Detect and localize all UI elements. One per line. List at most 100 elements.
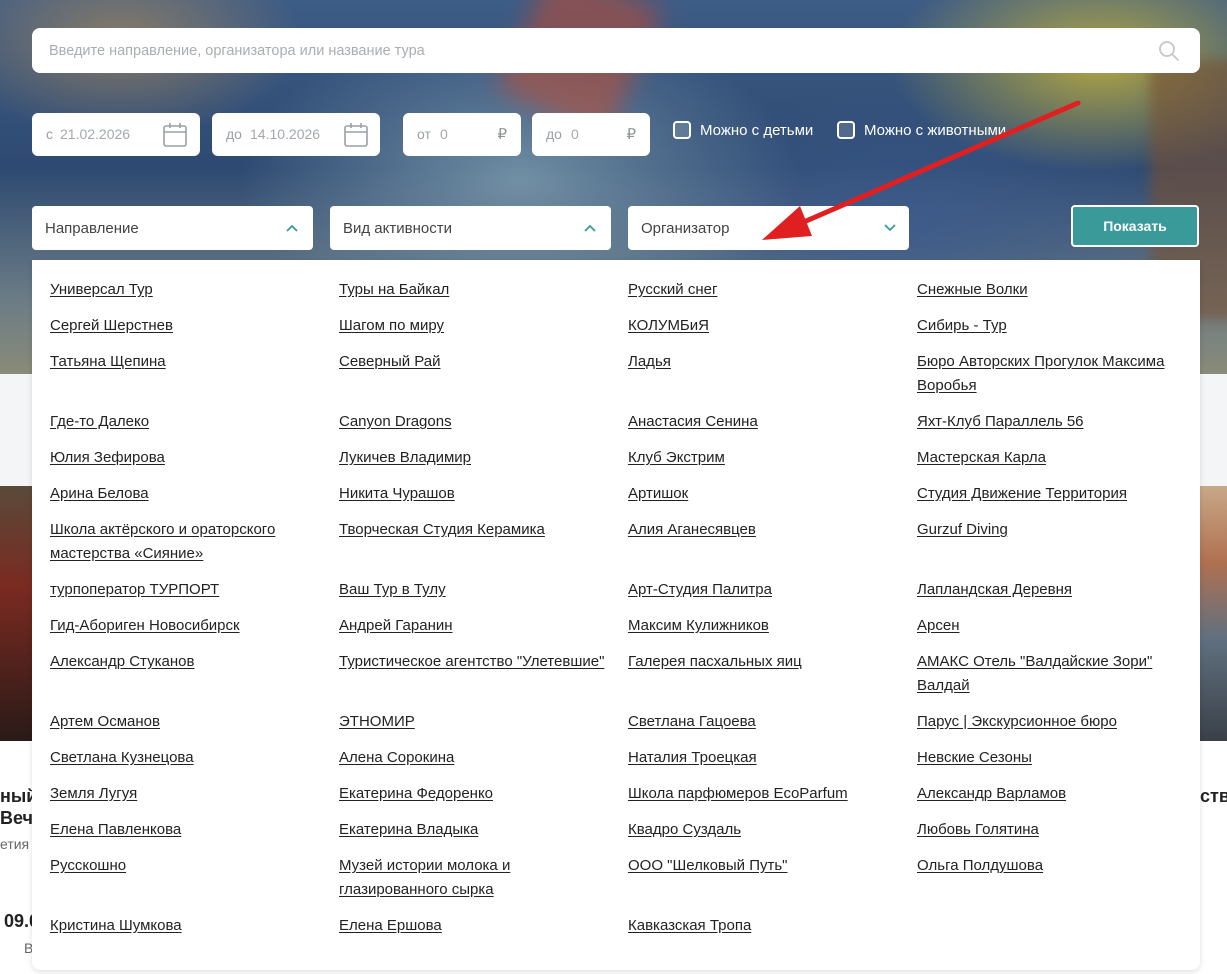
organizer-link[interactable]: Наталия Троецкая bbox=[628, 746, 917, 770]
price-from-field[interactable]: от 0 ₽ bbox=[403, 113, 521, 156]
date-from-field[interactable]: с 21.02.2026 bbox=[32, 113, 200, 156]
organizer-link[interactable]: Ваш Тур в Тулу bbox=[339, 578, 628, 602]
kids-checkbox-label: Можно с детьми bbox=[700, 121, 814, 139]
organizer-link[interactable]: Студия Движение Территория bbox=[917, 482, 1190, 506]
organizer-link[interactable]: Артишок bbox=[628, 482, 917, 506]
date-to-field[interactable]: до 14.10.2026 bbox=[212, 113, 380, 156]
organizer-link[interactable]: Татьяна Щепина bbox=[50, 350, 339, 398]
organizer-link[interactable]: Яхт-Клуб Параллель 56 bbox=[917, 410, 1190, 434]
organizer-link[interactable]: Александр Варламов bbox=[917, 782, 1190, 806]
date-from-value: 21.02.2026 bbox=[60, 126, 131, 142]
direction-select[interactable]: Направление bbox=[32, 206, 313, 250]
show-button[interactable]: Показать bbox=[1071, 205, 1199, 247]
organizer-link[interactable]: Александр Стуканов bbox=[50, 650, 339, 698]
search-icon[interactable] bbox=[1158, 40, 1180, 62]
organizer-link[interactable]: Кавказская Тропа bbox=[628, 914, 917, 938]
organizer-link[interactable]: Сергей Шерстнев bbox=[50, 314, 339, 338]
organizer-link[interactable]: Шагом по миру bbox=[339, 314, 628, 338]
organizer-link[interactable]: Музей истории молока и глазированного сы… bbox=[339, 854, 628, 902]
organizer-link[interactable]: Универсал Тур bbox=[50, 278, 339, 302]
direction-select-label: Направление bbox=[45, 220, 139, 237]
organizer-link[interactable]: Кристина Шумкова bbox=[50, 914, 339, 938]
organizer-link[interactable]: Невские Сезоны bbox=[917, 746, 1190, 770]
date-to-prefix: до bbox=[226, 126, 242, 142]
organizer-link[interactable]: Елена Павленкова bbox=[50, 818, 339, 842]
organizer-link[interactable]: КОЛУМБиЯ bbox=[628, 314, 917, 338]
search-input[interactable] bbox=[32, 28, 1152, 73]
organizer-link[interactable]: Русскошно bbox=[50, 854, 339, 902]
organizer-select[interactable]: Организатор bbox=[628, 206, 909, 250]
activity-select-label: Вид активности bbox=[343, 220, 452, 237]
date-from-prefix: с bbox=[46, 126, 53, 142]
price-to-value: 0 bbox=[571, 126, 579, 142]
organizer-link[interactable]: Туристическое агентство "Улетевшие" bbox=[339, 650, 628, 698]
organizer-link[interactable]: Арина Белова bbox=[50, 482, 339, 506]
calendar-icon[interactable] bbox=[343, 122, 369, 148]
chevron-up-icon bbox=[584, 224, 596, 232]
organizer-link[interactable]: Алия Аганесявцев bbox=[628, 518, 917, 566]
activity-select[interactable]: Вид активности bbox=[330, 206, 611, 250]
organizer-link[interactable]: Туры на Байкал bbox=[339, 278, 628, 302]
calendar-icon[interactable] bbox=[162, 122, 188, 148]
organizer-link[interactable]: Школа актёрского и ораторского мастерств… bbox=[50, 518, 339, 566]
organizer-link[interactable]: Северный Рай bbox=[339, 350, 628, 398]
organizer-select-label: Организатор bbox=[641, 220, 730, 237]
tour-card-image-right[interactable] bbox=[1199, 486, 1227, 741]
organizer-link[interactable]: Екатерина Владыка bbox=[339, 818, 628, 842]
organizer-link[interactable]: Школа парфюмеров EcoParfum bbox=[628, 782, 917, 806]
organizer-link[interactable]: Русский снег bbox=[628, 278, 917, 302]
organizer-link[interactable]: Арсен bbox=[917, 614, 1190, 638]
organizer-link[interactable]: Арт-Студия Палитра bbox=[628, 578, 917, 602]
pets-checkbox[interactable]: Можно с животными bbox=[837, 120, 1006, 140]
organizer-link[interactable]: Любовь Голятина bbox=[917, 818, 1190, 842]
organizer-link[interactable]: Canyon Dragons bbox=[339, 410, 628, 434]
checkbox-box[interactable] bbox=[837, 121, 855, 139]
organizer-link[interactable]: Светлана Кузнецова bbox=[50, 746, 339, 770]
organizer-link[interactable]: Артем Османов bbox=[50, 710, 339, 734]
organizer-link[interactable]: Гид-Абориген Новосибирск bbox=[50, 614, 339, 638]
price-to-prefix: до bbox=[546, 126, 562, 142]
organizer-link[interactable]: Елена Ершова bbox=[339, 914, 628, 938]
organizer-link[interactable]: Галерея пасхальных яиц bbox=[628, 650, 917, 698]
organizer-link[interactable]: Парус | Экскурсионное бюро bbox=[917, 710, 1190, 734]
organizer-link[interactable]: Мастерская Карла bbox=[917, 446, 1190, 470]
organizer-link[interactable]: Никита Чурашов bbox=[339, 482, 628, 506]
organizer-link[interactable]: турпоператор ТУРПОРТ bbox=[50, 578, 339, 602]
organizer-link[interactable]: Лапландская Деревня bbox=[917, 578, 1190, 602]
organizer-link[interactable]: Екатерина Федоренко bbox=[339, 782, 628, 806]
tour-card-image-left[interactable] bbox=[0, 486, 34, 741]
page: ный Вече етия - 09.0 В ств с 21.02.2026 … bbox=[0, 0, 1227, 974]
organizer-link[interactable]: Где-то Далеко bbox=[50, 410, 339, 434]
organizer-link[interactable]: Юлия Зефирова bbox=[50, 446, 339, 470]
organizer-link[interactable]: Ладья bbox=[628, 350, 917, 398]
organizer-link[interactable]: Максим Кулижников bbox=[628, 614, 917, 638]
organizer-link[interactable]: Клуб Экстрим bbox=[628, 446, 917, 470]
organizer-link[interactable]: АМАКС Отель "Валдайские Зори" Валдай bbox=[917, 650, 1190, 698]
organizer-link[interactable]: ЭТНОМИР bbox=[339, 710, 628, 734]
organizer-link[interactable]: ООО "Шелковый Путь" bbox=[628, 854, 917, 902]
organizer-link[interactable]: Лукичев Владимир bbox=[339, 446, 628, 470]
organizer-link[interactable]: Квадро Суздаль bbox=[628, 818, 917, 842]
organizer-link[interactable]: Сибирь - Тур bbox=[917, 314, 1190, 338]
organizer-link[interactable]: Gurzuf Diving bbox=[917, 518, 1190, 566]
chevron-up-icon bbox=[286, 224, 298, 232]
organizer-link[interactable]: Светлана Гацоева bbox=[628, 710, 917, 734]
organizer-link[interactable]: Андрей Гаранин bbox=[339, 614, 628, 638]
date-to-value: 14.10.2026 bbox=[250, 126, 321, 142]
price-from-prefix: от bbox=[417, 126, 431, 142]
organizer-link[interactable]: Ольга Полдушова bbox=[917, 854, 1190, 902]
organizer-link[interactable]: Творческая Студия Керамика bbox=[339, 518, 628, 566]
organizer-link[interactable]: Бюро Авторских Прогулок Максима Воробья bbox=[917, 350, 1190, 398]
price-to-field[interactable]: до 0 ₽ bbox=[532, 113, 650, 156]
organizer-link[interactable]: Анастасия Сенина bbox=[628, 410, 917, 434]
organizer-list: Универсал Тур Туры на Байкал Русский снег С… bbox=[50, 278, 1190, 938]
organizer-dropdown: Универсал Тур Туры на Байкал Русский снег С… bbox=[32, 260, 1200, 970]
organizer-link[interactable]: Алена Сорокина bbox=[339, 746, 628, 770]
search-bar bbox=[32, 28, 1200, 73]
ruble-icon: ₽ bbox=[497, 126, 507, 143]
tour-card-title-fragment-right: ств bbox=[1200, 786, 1227, 806]
organizer-link[interactable]: Земля Лугуя bbox=[50, 782, 339, 806]
checkbox-box[interactable] bbox=[673, 121, 691, 139]
organizer-link[interactable]: Снежные Волки bbox=[917, 278, 1190, 302]
kids-checkbox[interactable]: Можно с детьми bbox=[673, 120, 813, 140]
